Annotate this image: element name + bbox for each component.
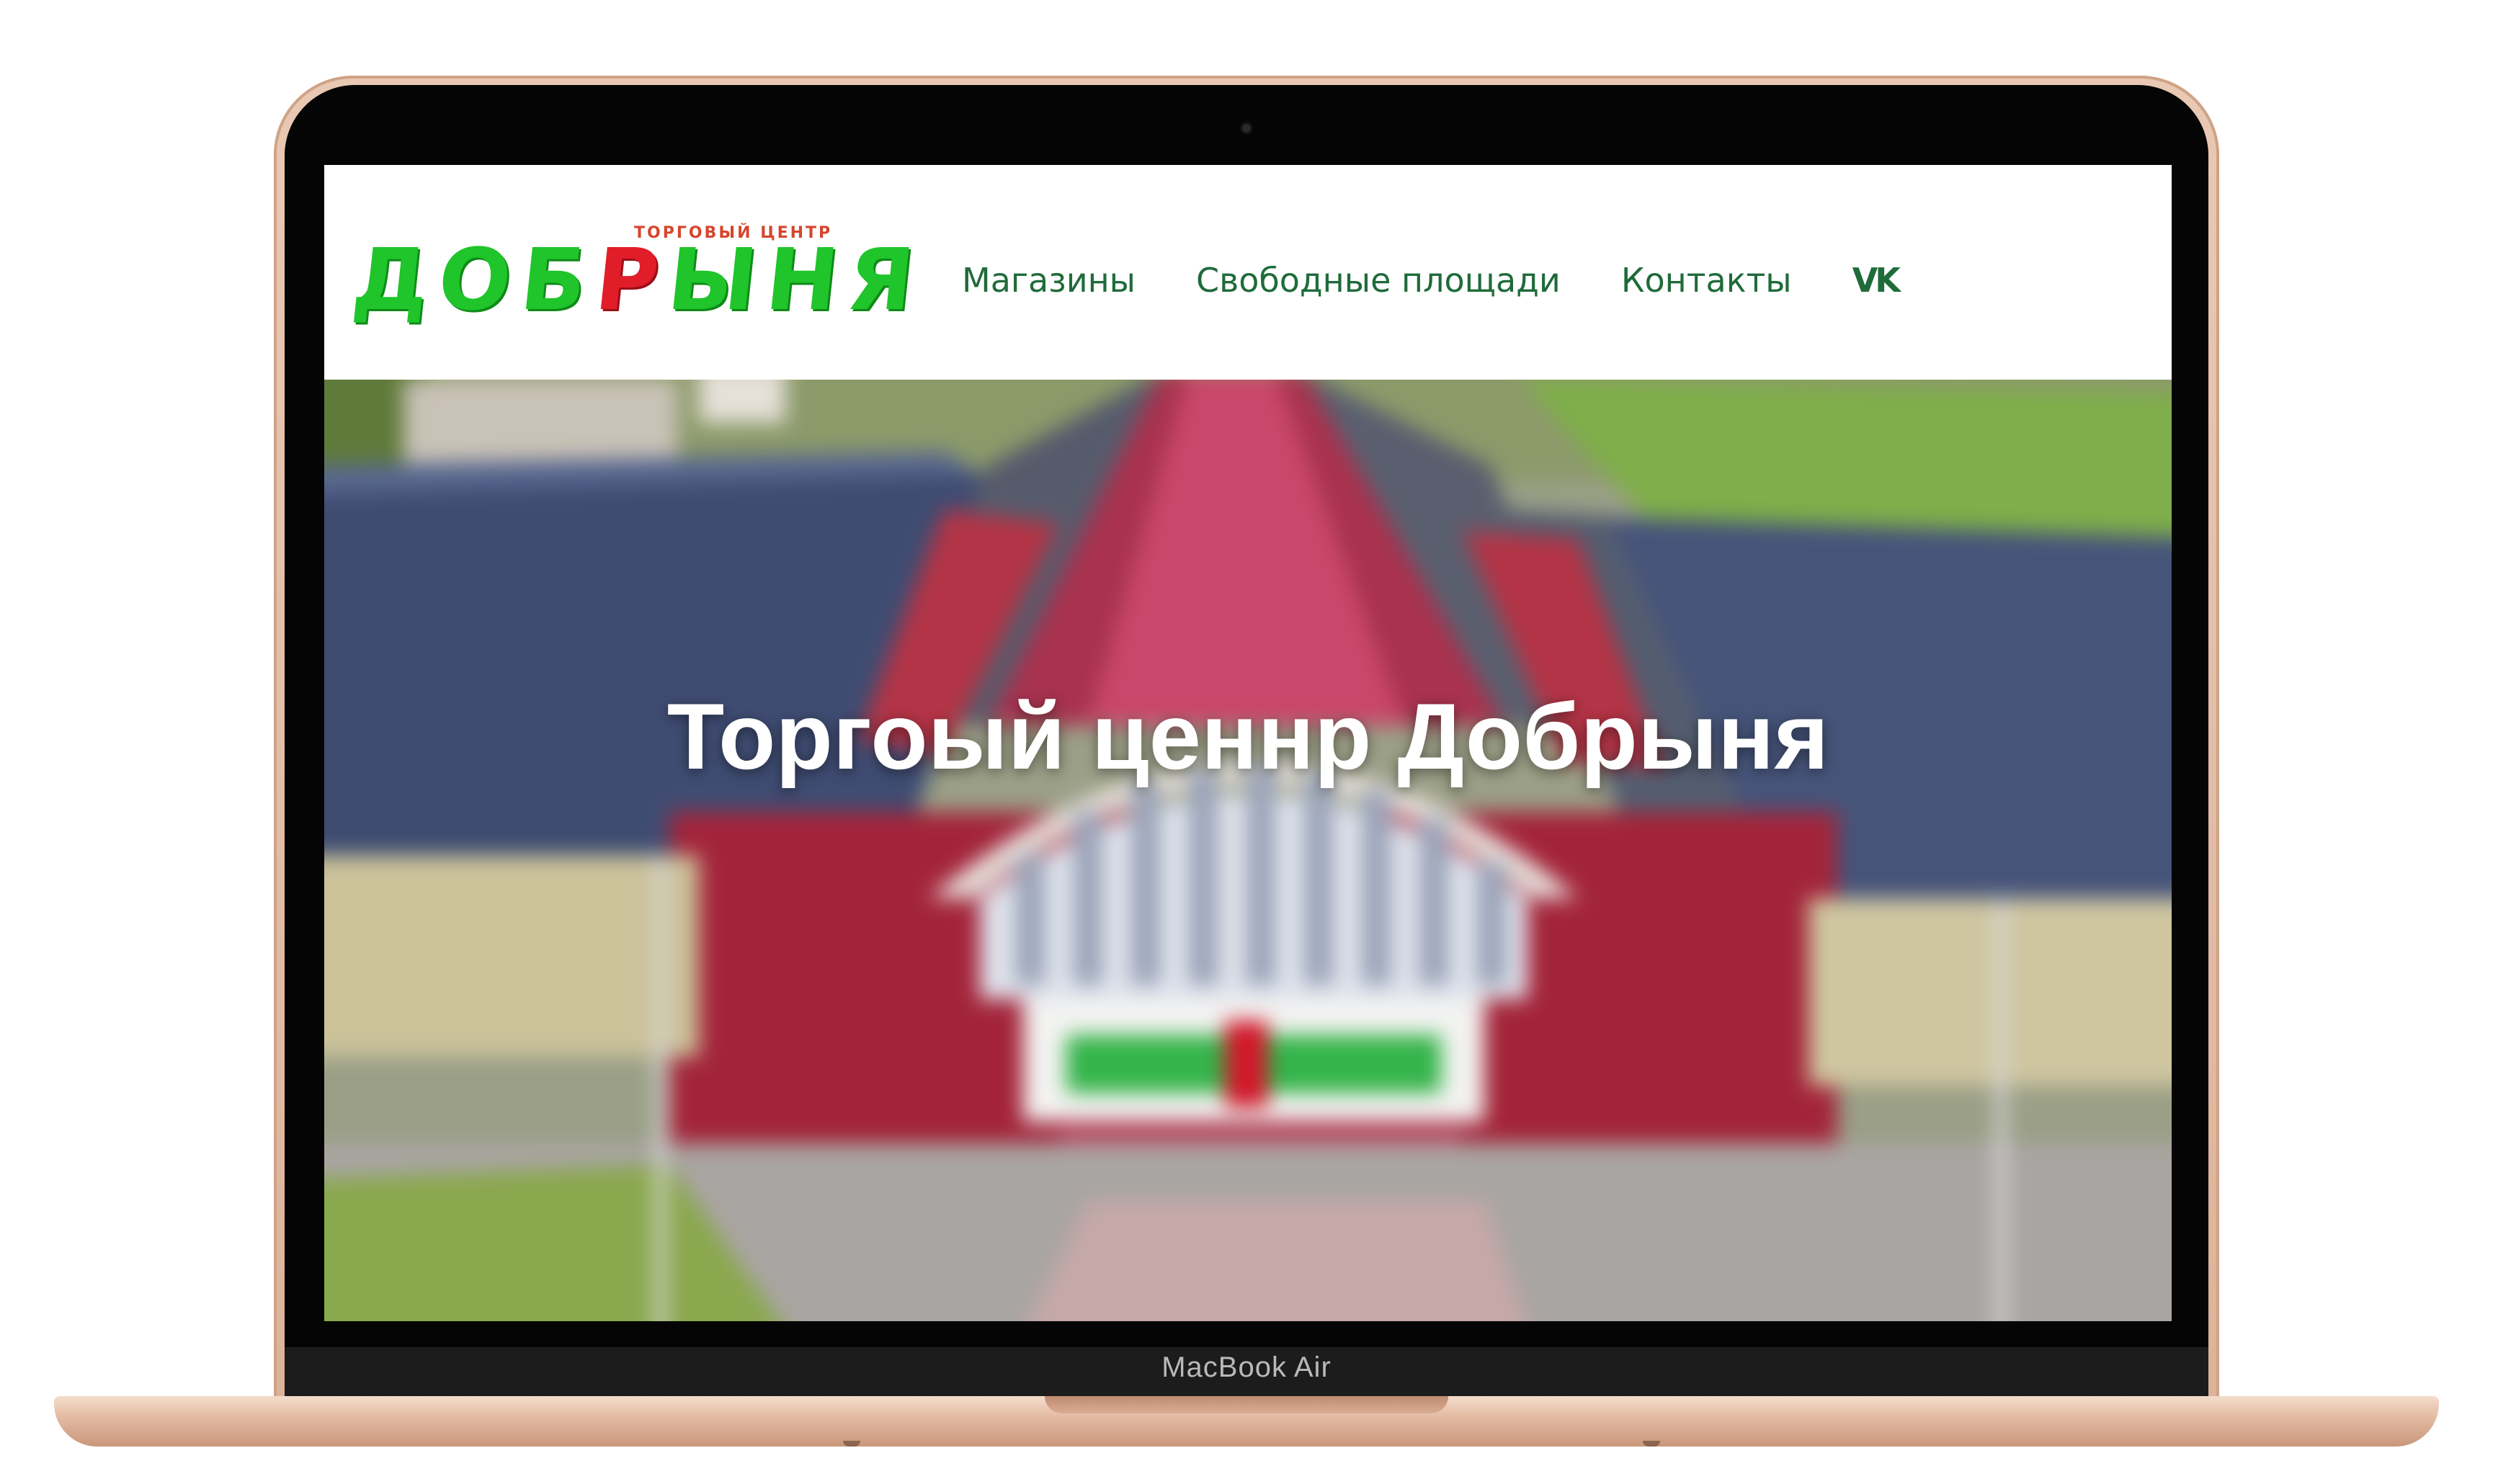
- site-header: ТОРГОВЫЙ ЦЕНТР ДОБРЫНЯ Магазины Свободны…: [324, 165, 2172, 380]
- main-nav: Магазины Свободные площади Контакты VK: [962, 251, 1901, 309]
- hero-background-image: [324, 380, 2172, 1321]
- site-logo[interactable]: ТОРГОВЫЙ ЦЕНТР ДОБРЫНЯ: [348, 208, 929, 345]
- laptop-mockup: ТОРГОВЫЙ ЦЕНТР ДОБРЫНЯ Магазины Свободны…: [0, 0, 2493, 1484]
- hero-title: Торгоый ценнр Добрыня: [666, 684, 1829, 789]
- device-label: MacBook Air: [1161, 1351, 1332, 1383]
- logo-wordmark-part3: ЫНЯ: [663, 230, 929, 329]
- logo-wordmark-part1: ДОБ: [347, 230, 602, 329]
- website-screen: ТОРГОВЫЙ ЦЕНТР ДОБРЫНЯ Магазины Свободны…: [324, 165, 2172, 1321]
- camera-icon: [1242, 124, 1251, 133]
- logo-wordmark-part2: Р: [591, 230, 674, 329]
- laptop-notch: [1045, 1396, 1448, 1413]
- logo-wordmark: ДОБРЫНЯ: [348, 230, 929, 329]
- vk-icon[interactable]: VK: [1852, 261, 1901, 300]
- nav-item-contacts[interactable]: Контакты: [1621, 261, 1792, 300]
- hero-section: Торгоый ценнр Добрыня: [324, 380, 2172, 1321]
- nav-item-free-spaces[interactable]: Свободные площади: [1196, 261, 1561, 300]
- nav-item-shops[interactable]: Магазины: [962, 261, 1136, 300]
